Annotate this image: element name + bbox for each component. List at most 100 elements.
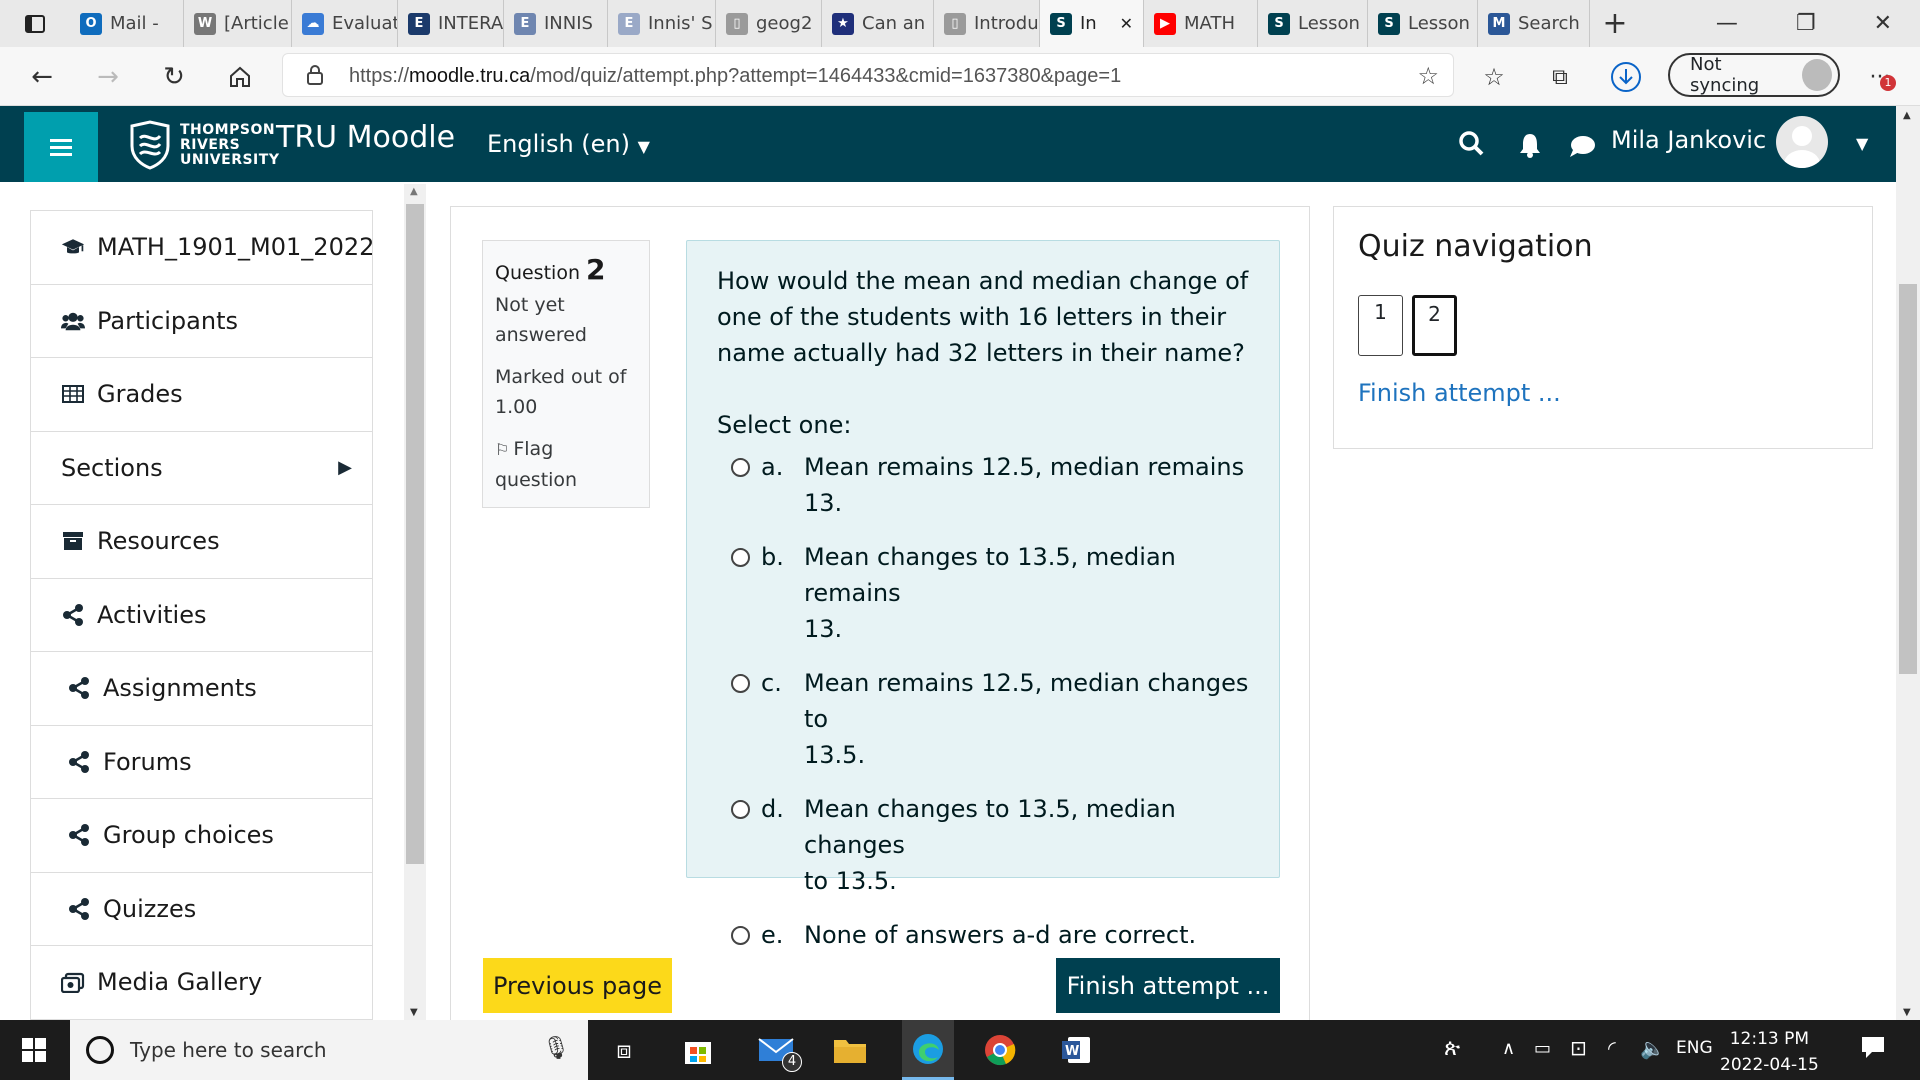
search-icon[interactable] — [1458, 130, 1484, 160]
microphone-icon[interactable]: 🎙 — [542, 1036, 570, 1061]
scroll-down-icon[interactable]: ▼ — [1903, 1007, 1911, 1018]
radio-button[interactable] — [731, 458, 750, 477]
browser-tab[interactable]: S Lesson — [1368, 0, 1478, 47]
drawer-toggle-button[interactable] — [24, 112, 98, 182]
messages-icon[interactable] — [1568, 134, 1596, 162]
finish-attempt-link[interactable]: Finish attempt ... — [1358, 379, 1561, 407]
university-logo[interactable]: THOMPSON RIVERS UNIVERSITY — [128, 120, 279, 170]
browser-tab[interactable]: ☁ Evaluat — [292, 0, 398, 47]
sidebar-scrollbar[interactable]: ▲ ▼ — [404, 184, 426, 1020]
answer-option-e[interactable]: e. None of answers a-d are correct. — [717, 917, 1249, 953]
page-scrollbar[interactable]: ▲ ▼ — [1896, 106, 1920, 1020]
input-language[interactable]: ENG — [1676, 1038, 1713, 1058]
show-hidden-icons[interactable]: ∧ — [1502, 1038, 1515, 1059]
sidebar-item-grades[interactable]: Grades — [31, 358, 372, 432]
browser-tab[interactable]: S Lesson — [1258, 0, 1368, 47]
home-icon[interactable] — [222, 59, 258, 95]
favorites-icon[interactable]: ☆ — [1476, 59, 1512, 95]
mail-app-icon[interactable]: 4 — [754, 1028, 802, 1072]
taskbar-search-box[interactable]: Type here to search 🎙 — [70, 1020, 588, 1080]
browser-tab[interactable]: ▯ geog2 — [716, 0, 822, 47]
sync-status-button[interactable]: Not syncing — [1668, 53, 1840, 97]
browser-tab[interactable]: M Search — [1478, 0, 1590, 47]
chrome-icon[interactable] — [978, 1028, 1022, 1072]
word-icon[interactable]: W — [1054, 1028, 1098, 1072]
e-circle-icon: E — [618, 12, 640, 35]
user-avatar[interactable] — [1776, 116, 1828, 168]
battery-icon[interactable]: ▭ — [1534, 1038, 1551, 1059]
site-name[interactable]: TRU Moodle — [276, 120, 455, 155]
tab-actions-icon[interactable] — [0, 0, 70, 47]
scroll-up-icon[interactable]: ▲ — [410, 186, 418, 197]
sidebar-item-resources[interactable]: Resources — [31, 505, 372, 579]
add-favorite-icon[interactable]: ☆ — [1417, 62, 1439, 90]
sidebar-item-forums[interactable]: Forums — [31, 726, 372, 799]
answer-option-d[interactable]: d. Mean changes to 13.5, median changes … — [717, 791, 1249, 899]
volume-icon[interactable]: 🔈 — [1640, 1036, 1665, 1060]
radio-button[interactable] — [731, 674, 750, 693]
close-tab-icon[interactable]: ✕ — [1120, 14, 1133, 33]
sidebar-item-media-gallery[interactable]: Media Gallery — [31, 946, 372, 1020]
language-menu[interactable]: English (en) ▼ — [487, 130, 650, 158]
radio-button[interactable] — [731, 548, 750, 567]
quiz-nav-question-2[interactable]: 2 — [1412, 295, 1457, 356]
store-icon[interactable] — [676, 1028, 720, 1072]
forward-icon[interactable]: → — [90, 59, 126, 95]
browser-tab[interactable]: E INTERA — [398, 0, 504, 47]
scroll-down-icon[interactable]: ▼ — [410, 1007, 418, 1018]
url-text: https://moodle.tru.ca/mod/quiz/attempt.p… — [349, 65, 1122, 87]
windows-start-icon[interactable] — [12, 1028, 56, 1072]
finish-attempt-button[interactable]: Finish attempt ... — [1056, 958, 1280, 1013]
browser-tab[interactable]: S In ✕ — [1040, 0, 1144, 47]
sidebar-item-participants[interactable]: Participants — [31, 285, 372, 358]
answer-option-b[interactable]: b. Mean changes to 13.5, median remains … — [717, 539, 1249, 647]
sidebar-item-activities[interactable]: Activities — [31, 579, 372, 652]
collections-icon[interactable]: ⧉ — [1542, 59, 1578, 95]
browser-tab[interactable]: E Innis' S — [608, 0, 716, 47]
page-scroll-thumb[interactable] — [1899, 284, 1917, 674]
answer-option-c[interactable]: c. Mean remains 12.5, median changes to … — [717, 665, 1249, 773]
user-name[interactable]: Mila Jankovic — [1611, 126, 1766, 154]
browser-tab[interactable]: E INNIS — [504, 0, 608, 47]
close-window-icon[interactable]: ✕ — [1874, 11, 1892, 36]
action-center-icon[interactable] — [1860, 1034, 1886, 1064]
browser-tab-label: geog2 — [756, 13, 813, 34]
security-alert-icon[interactable]: ⊡ — [1570, 1036, 1587, 1060]
task-view-icon[interactable]: ⧈ — [602, 1028, 646, 1072]
answer-option-a[interactable]: a. Mean remains 12.5, median remains 13. — [717, 449, 1249, 521]
previous-page-button[interactable]: Previous page — [483, 958, 672, 1013]
address-bar[interactable]: https://moodle.tru.ca/mod/quiz/attempt.p… — [282, 53, 1454, 97]
scroll-up-icon[interactable]: ▲ — [1903, 110, 1911, 121]
radio-button[interactable] — [731, 926, 750, 945]
reload-icon[interactable]: ↻ — [156, 59, 192, 95]
system-clock[interactable]: 12:13 PM 2022-04-15 — [1720, 1026, 1819, 1078]
back-icon[interactable]: ← — [24, 59, 60, 95]
quiz-nav-question-1[interactable]: 1 — [1358, 295, 1403, 356]
question-content: How would the mean and median change of … — [686, 240, 1280, 949]
user-menu-caret-icon[interactable]: ▼ — [1856, 134, 1868, 153]
sidebar-item-quizzes[interactable]: Quizzes — [31, 873, 372, 946]
file-explorer-icon[interactable] — [828, 1028, 872, 1072]
wifi-icon[interactable]: ◜ — [1608, 1036, 1616, 1060]
flag-question-link[interactable]: ⚐ Flag question — [495, 434, 637, 495]
minimize-icon[interactable]: — — [1716, 11, 1738, 36]
lock-icon[interactable] — [305, 64, 325, 90]
sidebar-item-group-choices[interactable]: Group choices — [31, 799, 372, 873]
sidebar-item-assignments[interactable]: Assignments — [31, 652, 372, 726]
browser-tab[interactable]: ★ Can an — [822, 0, 934, 47]
bell-icon[interactable] — [1518, 132, 1542, 162]
browser-tab[interactable]: ▯ Introdu — [934, 0, 1040, 47]
sidebar-scroll-thumb[interactable] — [406, 204, 424, 864]
downloads-icon[interactable] — [1608, 59, 1644, 95]
people-icon[interactable]: ጵ — [1444, 1036, 1460, 1061]
browser-tab[interactable]: W [Article — [184, 0, 292, 47]
edge-browser-icon[interactable] — [902, 1020, 954, 1080]
browser-tab[interactable]: ▶ MATH — [1144, 0, 1258, 47]
browser-tab[interactable]: O Mail - — [70, 0, 184, 47]
option-letter: a. — [761, 453, 784, 481]
sidebar-item-sections[interactable]: Sections ▶ — [31, 432, 372, 505]
sidebar-item-course[interactable]: MATH_1901_M01_202225 — [31, 211, 372, 285]
new-tab-icon[interactable]: + — [1590, 0, 1640, 47]
radio-button[interactable] — [731, 800, 750, 819]
restore-icon[interactable]: ❐ — [1796, 11, 1816, 36]
